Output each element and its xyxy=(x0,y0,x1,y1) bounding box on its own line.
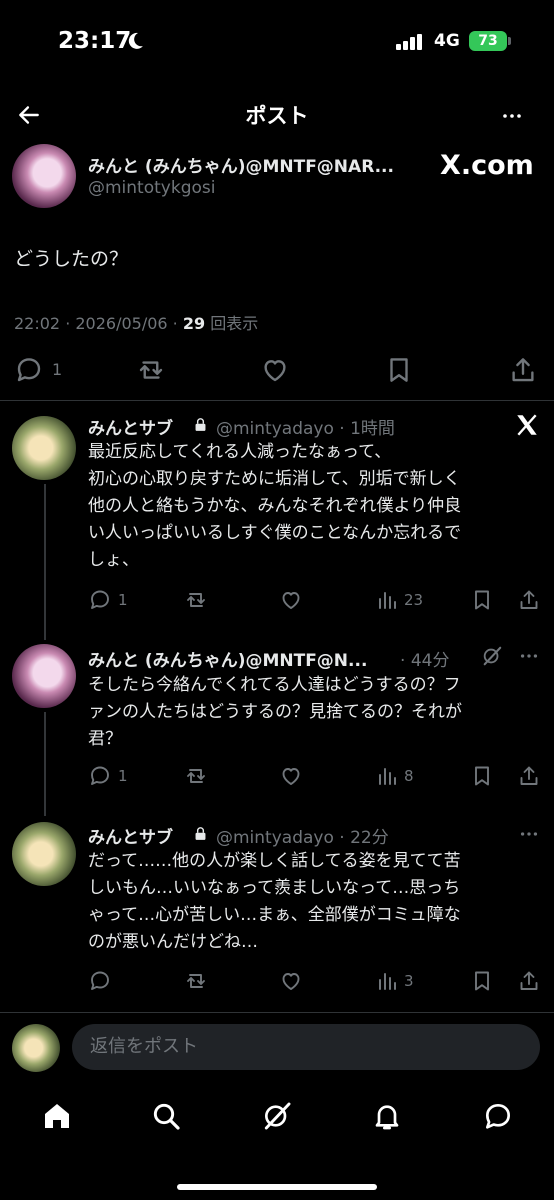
share-icon[interactable] xyxy=(517,764,541,788)
divider xyxy=(0,400,554,401)
views-icon[interactable] xyxy=(375,588,399,612)
reply-count: 1 xyxy=(118,767,128,785)
text-line: 最近反応してくれる人減ったなぁって、 xyxy=(88,442,392,462)
home-icon[interactable] xyxy=(41,1100,73,1132)
views-count: 23 xyxy=(404,591,424,609)
reply-time: 22分 xyxy=(350,828,389,848)
more-options-icon[interactable] xyxy=(497,110,527,122)
reply-handle[interactable]: @mintyadayo xyxy=(216,419,334,439)
network-type: 4G xyxy=(434,31,460,51)
text-line: そしたら今絡んでくれてる人達はどうするの？フ xyxy=(88,675,461,695)
views-icon[interactable] xyxy=(375,969,399,993)
more-options-icon[interactable] xyxy=(518,650,540,662)
bell-icon[interactable] xyxy=(371,1100,403,1132)
reply-count: 1 xyxy=(52,360,63,379)
reply-count: 1 xyxy=(118,591,128,609)
text-line: だって……他の人が楽しく話してる姿を見てて苦 xyxy=(88,851,461,871)
reply-icon[interactable] xyxy=(88,764,112,788)
views-count: 3 xyxy=(404,972,414,990)
reply-author-name[interactable]: みんとサブ xyxy=(88,828,173,848)
repost-icon[interactable] xyxy=(184,969,208,993)
like-icon[interactable] xyxy=(279,969,303,993)
reply-icon[interactable] xyxy=(88,969,112,993)
battery-indicator: 73 xyxy=(469,31,507,51)
bookmark-icon[interactable] xyxy=(384,355,414,385)
reply-text: そしたら今絡んでくれてる人達はどうするの？フ ァンの人たちはどうするの？見捨てる… xyxy=(88,672,544,753)
avatar[interactable] xyxy=(12,822,76,886)
reply-icon[interactable] xyxy=(88,588,112,612)
text-line: い人いっぱいいるしすぐ僕のことなんか忘れるで xyxy=(88,523,462,543)
more-options-icon[interactable] xyxy=(518,828,540,840)
post-date: 2026/05/06 xyxy=(75,314,168,333)
my-avatar[interactable] xyxy=(12,1024,60,1072)
text-line: 君？ xyxy=(88,729,122,749)
post-meta: 22:02 · 2026/05/06 · 29 回表示 xyxy=(14,314,259,333)
status-time: 23:17 xyxy=(58,28,132,54)
reply-text: 最近反応してくれる人減ったなぁって、 初心の心取り戻すために垢消して、別垢で新し… xyxy=(88,439,544,574)
messages-icon[interactable] xyxy=(482,1100,514,1132)
reply-input[interactable]: 返信をポスト xyxy=(72,1024,540,1070)
like-icon[interactable] xyxy=(260,355,290,385)
share-icon[interactable] xyxy=(517,969,541,993)
like-icon[interactable] xyxy=(279,588,303,612)
x-logo-icon xyxy=(516,414,538,436)
bookmark-icon[interactable] xyxy=(470,764,494,788)
author-handle[interactable]: @mintotykgosi xyxy=(88,178,215,198)
repost-icon[interactable] xyxy=(184,588,208,612)
like-icon[interactable] xyxy=(279,764,303,788)
divider xyxy=(0,1012,554,1013)
repost-icon[interactable] xyxy=(136,355,166,385)
text-line: 他の人と絡もうかな、みんなそれぞれ僕より仲良 xyxy=(88,496,462,516)
grok-icon[interactable] xyxy=(261,1100,293,1132)
thread-line xyxy=(44,484,46,640)
lock-icon xyxy=(194,418,207,432)
text-line: のが悪いんだけどね… xyxy=(88,932,258,952)
reply-author-name[interactable]: みんと (みんちゃん)@MNTF@N... xyxy=(88,651,367,671)
home-indicator xyxy=(177,1184,377,1190)
battery-tip xyxy=(508,37,511,45)
reply-time: 44分 xyxy=(410,651,450,671)
text-line: しょ、 xyxy=(88,550,139,570)
text-line: ゃって…心が苦しい…まぁ、全部僕がコミュ障な xyxy=(88,905,461,925)
share-icon[interactable] xyxy=(517,588,541,612)
post-views: 29 xyxy=(182,314,206,333)
moon-icon xyxy=(128,32,143,49)
bookmark-icon[interactable] xyxy=(470,969,494,993)
post-text: どうしたの？ xyxy=(14,248,129,270)
views-count: 8 xyxy=(404,767,414,785)
avatar[interactable] xyxy=(12,416,76,480)
reply-icon[interactable] xyxy=(14,355,44,385)
reply-author-name[interactable]: みんとサブ xyxy=(88,419,173,439)
avatar[interactable] xyxy=(12,644,76,708)
text-line: ァンの人たちはどうするの？見捨てるの？それが xyxy=(88,702,462,722)
reply-text: だって……他の人が楽しく話してる姿を見てて苦 しいもん…いいなぁって羨ましいなっ… xyxy=(88,848,544,956)
views-icon[interactable] xyxy=(375,764,399,788)
text-line: しいもん…いいなぁって羨ましいなって…思っち xyxy=(88,878,461,898)
avatar[interactable] xyxy=(12,144,76,208)
x-com-logo: X.com xyxy=(440,150,534,181)
share-icon[interactable] xyxy=(508,355,538,385)
thread-line xyxy=(44,712,46,816)
author-name[interactable]: みんと (みんちゃん)@MNTF@NAR... xyxy=(88,152,394,177)
post-time: 22:02 xyxy=(14,314,61,333)
post-views-label: 回表示 xyxy=(210,314,259,333)
bookmark-icon[interactable] xyxy=(470,588,494,612)
signal-icon xyxy=(396,34,422,50)
reply-time: 1時間 xyxy=(350,419,395,439)
reply-handle[interactable]: @mintyadayo xyxy=(216,828,334,848)
lock-icon xyxy=(194,827,207,841)
grok-icon[interactable] xyxy=(481,645,503,667)
text-line: 初心の心取り戻すために垢消して、別垢で新しく xyxy=(88,469,461,489)
page-title: ポスト xyxy=(245,104,309,128)
repost-icon[interactable] xyxy=(184,764,208,788)
search-icon[interactable] xyxy=(150,1100,182,1132)
